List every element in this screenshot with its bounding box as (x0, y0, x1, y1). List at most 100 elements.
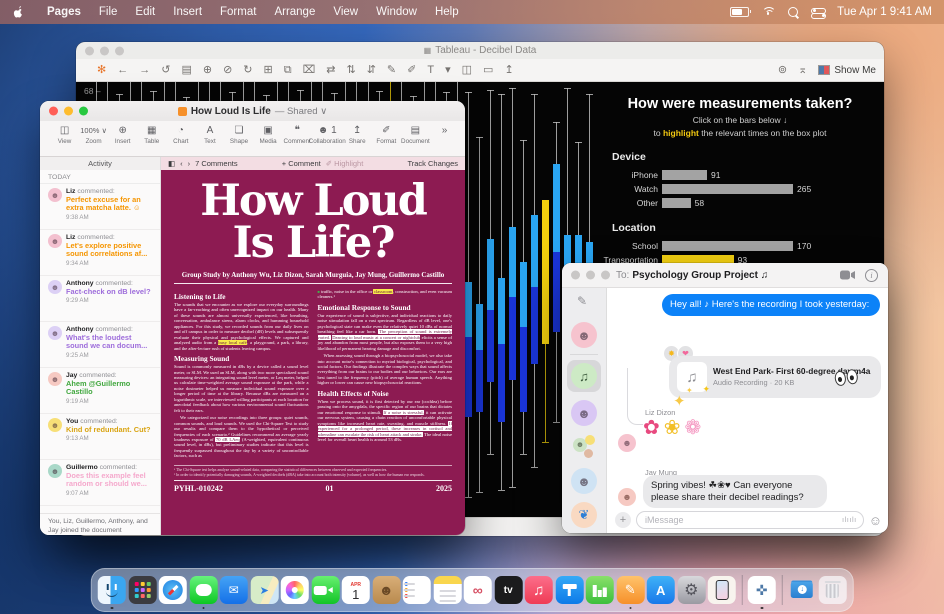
menu-view[interactable]: View (333, 6, 358, 18)
dock-downloads-icon[interactable] (788, 576, 816, 604)
info-icon[interactable]: i (865, 269, 878, 282)
control-center-icon[interactable] (811, 8, 824, 17)
avatar-grandma[interactable]: ☻ (571, 468, 597, 494)
presentation-mode-icon[interactable]: ⌅ (798, 65, 807, 76)
toolbar-chart-button[interactable]: ◔Chart (166, 124, 195, 145)
comment-item[interactable]: ☻Anthony commented:What's the loudest so… (40, 322, 160, 368)
dock-music-icon[interactable]: ♫ (525, 576, 553, 604)
compose-icon[interactable]: ✎ (577, 294, 587, 308)
dock-notes-icon[interactable] (433, 576, 461, 604)
incoming-message-bubble[interactable]: Spring vibes! ☘❀♥ Can everyone please sh… (643, 475, 827, 508)
text-box-icon[interactable]: T (427, 65, 434, 76)
menu-file[interactable]: File (99, 6, 118, 18)
toolbar-media-button[interactable]: ▣Media (254, 124, 283, 145)
highlight-icon[interactable]: ✎ (387, 65, 396, 76)
close-button[interactable] (49, 107, 58, 116)
dock-freeform-icon[interactable]: ∞ (464, 576, 492, 604)
duplicate-icon[interactable]: ⧉ (284, 65, 292, 76)
show-cards-icon[interactable]: ◫ (462, 65, 472, 76)
device-bar-watch[interactable]: Watch265 (596, 182, 884, 195)
menu-clock[interactable]: Tue Apr 1 9:41 AM (837, 6, 932, 18)
facetime-video-icon[interactable] (840, 270, 855, 280)
highlight-button[interactable]: ✐ Highlight (326, 159, 364, 168)
dock-calendar-icon[interactable]: APR1 (342, 576, 370, 604)
sort-desc-icon[interactable]: ⇵ (367, 65, 376, 76)
presentation-icon[interactable]: ▭ (483, 65, 493, 76)
avatar-liz[interactable]: ☻ (571, 322, 597, 348)
comment-item[interactable]: ☻Liz commented:Perfect excuse for an ext… (40, 184, 160, 230)
add-attachment-button[interactable]: + (615, 512, 631, 528)
undo-icon[interactable]: ↺ (161, 65, 170, 76)
share-icon[interactable]: ↥ (504, 65, 513, 76)
dock-trash-icon[interactable] (818, 576, 846, 604)
minimize-button[interactable] (64, 107, 73, 116)
menu-pages[interactable]: Pages (47, 6, 81, 18)
avatar-group-project[interactable]: ♫ (571, 363, 597, 389)
search-icon[interactable] (788, 7, 798, 17)
toolbar-share-button[interactable]: ↥Share (343, 124, 372, 145)
document-page[interactable]: How Loud Is Life? Group Study by Anthony… (161, 170, 465, 535)
fit-icon[interactable]: ▾ (445, 65, 451, 76)
zoom-button[interactable] (115, 46, 124, 55)
format-icon[interactable]: ✐ (407, 65, 416, 76)
toolbar-format-button[interactable]: ✐Format (372, 124, 401, 145)
close-button[interactable] (85, 46, 94, 55)
comment-item[interactable]: ☻You commented:Kind of redundant. Cut?9:… (40, 414, 160, 460)
avatar-butterfly[interactable]: ❦ (571, 502, 597, 528)
dock-settings-icon[interactable]: ⚙ (677, 576, 705, 604)
close-button[interactable] (571, 271, 580, 280)
toolbar-collaboration-button[interactable]: ☻ 1Collaboration (312, 124, 343, 145)
dock-messages-icon[interactable] (189, 576, 217, 604)
back-icon[interactable]: ← (117, 65, 128, 76)
comment-item[interactable]: ☻Guillermo commented:Does this example f… (40, 460, 160, 506)
toolbar-insert-button[interactable]: ⊕Insert (108, 124, 137, 145)
dock-launchpad-icon[interactable] (128, 576, 156, 604)
flower-emojis-message[interactable]: ✿❀❁ (643, 415, 705, 440)
minimize-button[interactable] (100, 46, 109, 55)
device-bar-other[interactable]: Other58 (596, 196, 884, 209)
prev-comment-icon[interactable]: ‹ (180, 159, 183, 168)
audio-message-icon[interactable]: ılıılı (842, 515, 857, 524)
dock-tableau-icon[interactable]: ✜ (748, 576, 776, 604)
toolbar-document-button[interactable]: ▤Document (401, 124, 430, 145)
comment-item[interactable]: ☻Liz commented:Let's explore positive so… (40, 230, 160, 276)
dock-pages-icon[interactable]: ✎ (616, 576, 644, 604)
sidebar-toggle-icon[interactable]: ◧ (168, 159, 175, 168)
comment-item[interactable]: ☻Jay commented:Ahem @Guillermo Castillo9… (40, 368, 160, 414)
pause-icon[interactable]: ⊘ (223, 65, 232, 76)
zoom-button[interactable] (79, 107, 88, 116)
save-icon[interactable]: ▤ (181, 65, 191, 76)
dock-maps-icon[interactable]: ➤ (250, 576, 278, 604)
location-bar-school[interactable]: School170 (596, 239, 884, 252)
wifi-icon[interactable] (762, 7, 775, 17)
dock-facetime-icon[interactable] (311, 576, 339, 604)
dock-keynote-icon[interactable] (555, 576, 583, 604)
swap-icon[interactable]: ⇄ (326, 65, 335, 76)
sort-asc-icon[interactable]: ⇅ (346, 65, 355, 76)
avatar-anthony[interactable]: ☻ (571, 400, 597, 426)
dock-mail-icon[interactable]: ✉ (220, 576, 248, 604)
toolbar-zoom-button[interactable]: 100% ∨Zoom (79, 124, 108, 145)
emoji-picker-icon[interactable]: ☺ (869, 513, 882, 528)
menu-arrange[interactable]: Arrange (274, 6, 315, 18)
toolbar-overflow-button[interactable]: » (430, 124, 459, 137)
comment-item[interactable]: ☻Anthony commented:Fact-check on dB leve… (40, 276, 160, 322)
outgoing-message-bubble[interactable]: Hey all! ♪ Here's the recording I took y… (662, 294, 880, 316)
new-sheet-icon[interactable]: ⊞ (264, 65, 273, 76)
toolbar-view-button[interactable]: ◫View (50, 124, 79, 145)
device-bar-iphone[interactable]: iPhone91 (596, 168, 884, 181)
dock-iphone-mirroring-icon[interactable] (708, 576, 736, 604)
analytics-icon[interactable]: ⊚ (778, 65, 787, 76)
clear-icon[interactable]: ⌧ (303, 65, 316, 76)
show-me-button[interactable]: Show Me (818, 65, 876, 76)
toolbar-shape-button[interactable]: ❏Shape (224, 124, 253, 145)
dock-contacts-icon[interactable]: ☻ (372, 576, 400, 604)
dock-reminders-icon[interactable] (403, 576, 431, 604)
battery-icon[interactable] (730, 7, 749, 17)
toolbar-comment-button[interactable]: ❝Comment (283, 124, 312, 145)
apple-menu-icon[interactable] (12, 5, 24, 19)
shared-menu[interactable]: — Shared ∨ (275, 106, 327, 117)
dock-finder-icon[interactable] (98, 576, 126, 604)
dock-safari-icon[interactable] (159, 576, 187, 604)
dock-photos-icon[interactable] (281, 576, 309, 604)
